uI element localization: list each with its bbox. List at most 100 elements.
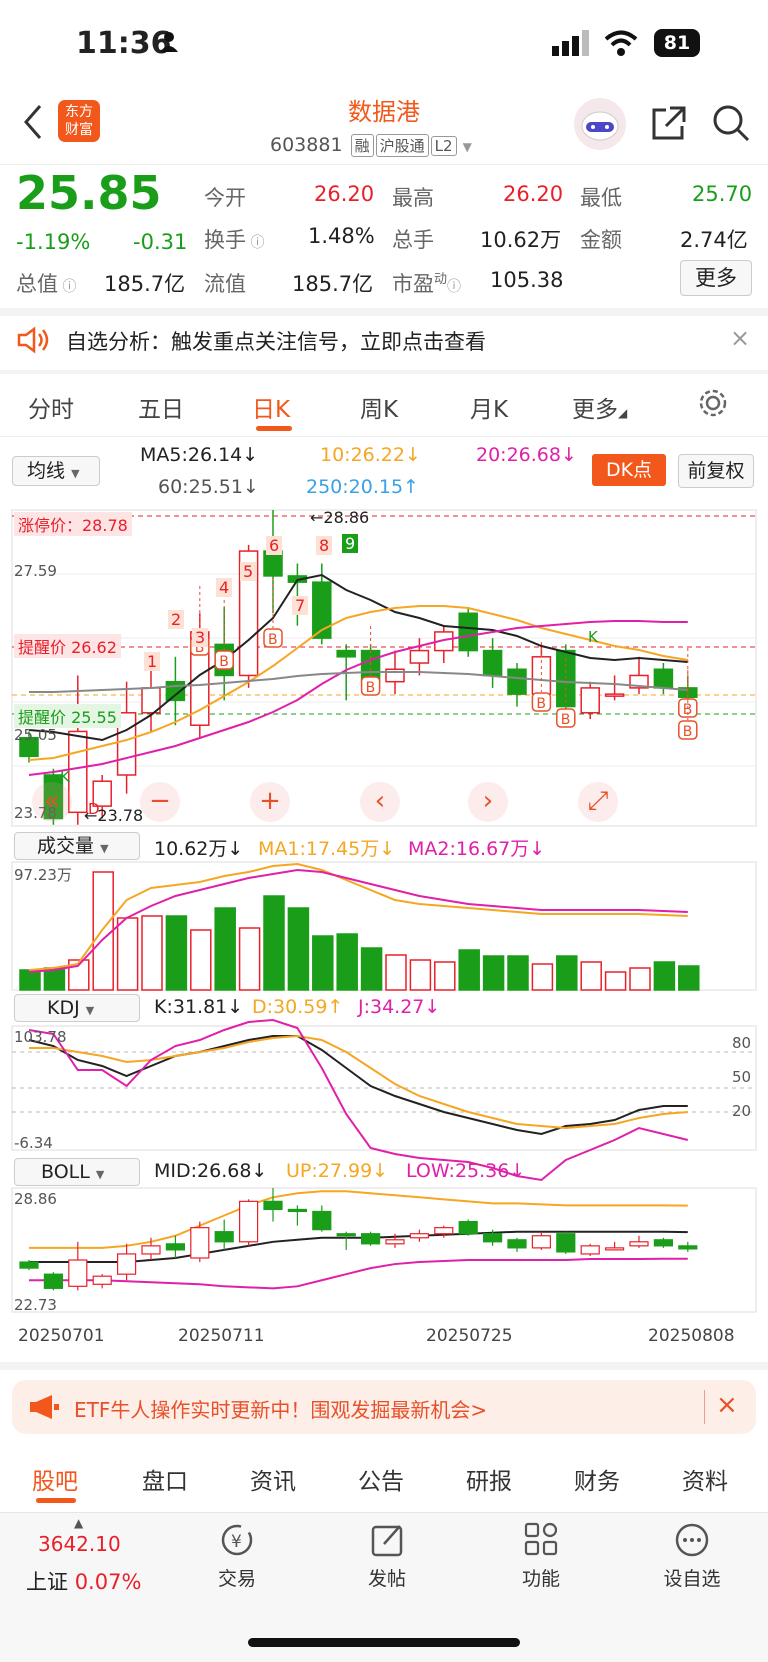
share-icon[interactable] bbox=[650, 104, 688, 146]
kdj-select[interactable]: KDJ ▼ bbox=[14, 994, 140, 1022]
boll-candle bbox=[116, 1253, 137, 1275]
buy-signal-marker[interactable]: B bbox=[263, 628, 283, 648]
tab-finance[interactable]: 财务 bbox=[574, 1462, 620, 1496]
tab-announcements[interactable]: 公告 bbox=[358, 1462, 404, 1496]
boll-candle bbox=[312, 1210, 332, 1231]
volume-bar bbox=[580, 961, 602, 991]
candle bbox=[458, 607, 478, 657]
speaker-icon bbox=[16, 326, 50, 358]
boll-select[interactable]: BOLL ▼ bbox=[14, 1158, 140, 1186]
boll-candle bbox=[604, 1247, 625, 1251]
scroll-left-fast-icon[interactable]: « bbox=[32, 782, 72, 822]
tag-margin: 融 bbox=[350, 134, 374, 157]
trade-icon[interactable]: ¥ bbox=[218, 1522, 256, 1562]
alert-price-1[interactable]: 提醒价 26.62 bbox=[14, 634, 121, 658]
svg-text:B: B bbox=[219, 654, 229, 670]
info-icon[interactable]: ⓘ bbox=[246, 235, 264, 251]
adjust-price-button[interactable]: 前复权 bbox=[678, 454, 754, 488]
candle bbox=[141, 663, 161, 732]
search-icon[interactable] bbox=[712, 104, 750, 146]
notice-text[interactable]: 自选分析：触发重点关注信号，立即点击查看 bbox=[66, 326, 486, 356]
zoom-in-icon[interactable]: + bbox=[250, 782, 290, 822]
buy-signal-marker[interactable]: B bbox=[360, 676, 381, 696]
volume-bar bbox=[385, 954, 407, 991]
volume-bar bbox=[458, 949, 480, 991]
volume-bar bbox=[482, 955, 505, 991]
post-icon[interactable] bbox=[370, 1522, 406, 1562]
ma-select[interactable]: 均线 ▼ bbox=[12, 456, 100, 486]
tab-profile[interactable]: 资料 bbox=[682, 1462, 728, 1496]
volume-value-label: 10.62万↓ bbox=[154, 838, 244, 860]
turnover-value: 1.48% bbox=[308, 224, 375, 248]
more-button[interactable]: 更多 bbox=[680, 260, 752, 296]
volume-bar bbox=[434, 961, 456, 991]
high-label: 最高 bbox=[392, 186, 434, 210]
stock-code-row[interactable]: 603881 融沪股通 L2 ▼ bbox=[270, 134, 472, 157]
svg-text:B: B bbox=[683, 702, 693, 718]
nav-trade[interactable]: 交易 bbox=[198, 1564, 276, 1591]
volume-select[interactable]: 成交量 ▼ bbox=[14, 832, 140, 860]
kdj-j: J:34.27↓ bbox=[358, 996, 441, 1018]
nav-post[interactable]: 发帖 bbox=[348, 1564, 426, 1591]
close-notice-icon[interactable]: × bbox=[730, 324, 750, 352]
tab-daily-k[interactable]: 日K bbox=[252, 390, 290, 424]
change-pct: -1.19% bbox=[16, 230, 91, 254]
buy-signal-marker[interactable]: B bbox=[214, 650, 234, 670]
signal-icon bbox=[552, 30, 592, 60]
boll-candle bbox=[385, 1239, 405, 1245]
volume-bar bbox=[604, 971, 627, 991]
tab-weekly-k[interactable]: 周K bbox=[360, 390, 398, 424]
nav-add-watchlist[interactable]: 设自选 bbox=[652, 1564, 732, 1591]
tab-monthly-k[interactable]: 月K bbox=[470, 390, 508, 424]
boll-mid: MID:26.68↓ bbox=[154, 1160, 268, 1182]
svg-text:B: B bbox=[561, 712, 571, 728]
nav-function[interactable]: 功能 bbox=[502, 1564, 580, 1591]
volume-bar bbox=[214, 907, 236, 991]
seq-7: 7 bbox=[292, 596, 309, 615]
fullscreen-icon[interactable]: ⤢ bbox=[578, 782, 618, 822]
close-banner-icon[interactable]: × bbox=[716, 1390, 738, 1420]
tab-intraday[interactable]: 分时 bbox=[28, 390, 74, 424]
tab-forum[interactable]: 股吧 bbox=[32, 1462, 78, 1496]
float-value: 185.7亿 bbox=[292, 272, 374, 296]
boll-candle bbox=[580, 1245, 600, 1255]
function-grid-icon[interactable] bbox=[524, 1522, 558, 1560]
kdj-level-50: 50 bbox=[732, 1068, 752, 1086]
scroll-right-icon[interactable]: › bbox=[468, 782, 508, 822]
info-icon[interactable]: ⓘ bbox=[58, 279, 76, 295]
open-label: 今开 bbox=[204, 186, 246, 210]
etf-banner[interactable]: ETF牛人操作实时更新中！围观发掘最新机会> × bbox=[12, 1380, 756, 1434]
settings-gear-icon[interactable] bbox=[698, 388, 728, 422]
dk-point-button[interactable]: DK点 bbox=[592, 454, 666, 486]
tag-level2: L2 bbox=[430, 136, 457, 156]
index-row[interactable]: 上证 0.07% bbox=[26, 1566, 141, 1596]
scroll-left-icon[interactable]: ‹ bbox=[360, 782, 400, 822]
candle bbox=[629, 656, 649, 695]
buy-signal-marker[interactable]: B bbox=[531, 692, 552, 712]
more-dots-icon[interactable] bbox=[674, 1522, 710, 1562]
candle bbox=[287, 563, 308, 626]
zoom-out-icon[interactable]: − bbox=[140, 782, 180, 822]
tab-more[interactable]: 更多◢ bbox=[572, 390, 627, 424]
low-label: 最低 bbox=[580, 186, 622, 210]
high-marker: ←28.86 bbox=[310, 508, 370, 527]
change-amount: -0.31 bbox=[133, 230, 188, 254]
buy-signal-marker[interactable]: B bbox=[556, 708, 576, 728]
tab-5day[interactable]: 五日 bbox=[138, 390, 184, 424]
volume-ma1: MA1:17.45万↓ bbox=[258, 838, 396, 860]
tab-news[interactable]: 资讯 bbox=[250, 1462, 296, 1496]
amount-value: 2.74亿 bbox=[680, 228, 748, 252]
index-value[interactable]: 3642.10 bbox=[38, 1532, 121, 1556]
volume-bar bbox=[678, 965, 700, 991]
turnover-label: 换手 ⓘ bbox=[204, 228, 265, 252]
boll-candle bbox=[556, 1233, 576, 1253]
svg-text:B: B bbox=[268, 632, 278, 648]
alert-price-2[interactable]: 提醒价 25.55 bbox=[14, 704, 121, 728]
info-icon[interactable]: ⓘ bbox=[447, 279, 461, 295]
tab-orderbook[interactable]: 盘口 bbox=[142, 1462, 188, 1496]
stock-chart[interactable]: BBBBBBBB bbox=[0, 500, 768, 1360]
volume-bar bbox=[263, 895, 285, 991]
buy-signal-marker[interactable]: B bbox=[678, 720, 698, 740]
tab-research[interactable]: 研报 bbox=[466, 1462, 512, 1496]
robot-assistant-icon[interactable] bbox=[574, 98, 626, 150]
